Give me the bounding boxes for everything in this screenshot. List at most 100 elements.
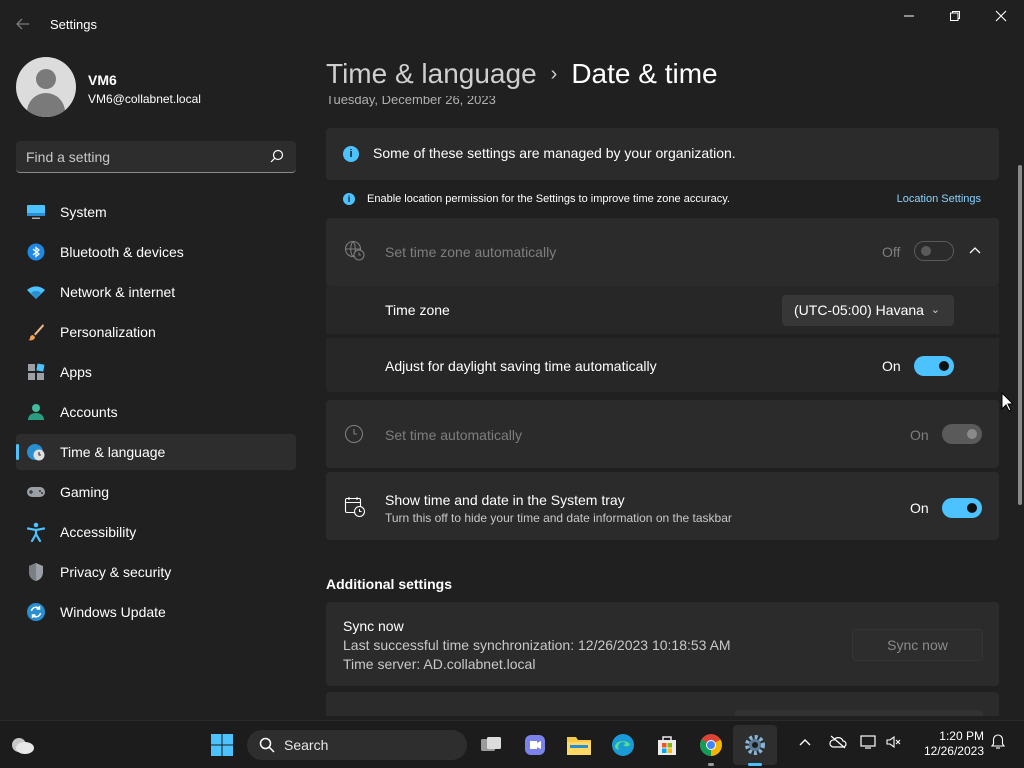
toggle-knob [967, 429, 977, 439]
sidebar-item-time-language[interactable]: Time & language [16, 434, 296, 470]
back-button[interactable] [10, 12, 36, 36]
sidebar-item-label: Privacy & security [60, 564, 172, 580]
sidebar-item-system[interactable]: System [16, 194, 296, 230]
speaker-muted-icon [886, 735, 901, 749]
taskbar-search-label: Search [284, 737, 329, 753]
show-hidden-icons-button[interactable] [798, 735, 812, 750]
system-tray-label: Show time and date in the System tray [385, 492, 625, 508]
toggle-knob [939, 361, 949, 371]
sidebar-item-personalization[interactable]: Personalization [16, 314, 296, 350]
task-view-button[interactable] [478, 732, 504, 758]
timezone-value: (UTC-05:00) Havana [794, 302, 924, 318]
chevron-up-icon[interactable] [969, 246, 981, 256]
search-icon[interactable] [270, 149, 284, 163]
sidebar-item-accounts[interactable]: Accounts [16, 394, 296, 430]
start-button[interactable] [209, 732, 235, 758]
sidebar-item-label: Windows Update [60, 604, 166, 620]
additional-settings-heading: Additional settings [326, 576, 452, 592]
accessibility-icon [26, 522, 46, 542]
sync-now-button[interactable]: Sync now [852, 629, 983, 661]
scrollbar[interactable] [1018, 165, 1022, 505]
sidebar-item-network[interactable]: Network & internet [16, 274, 296, 310]
minimize-button[interactable] [886, 5, 932, 29]
file-explorer-button[interactable] [566, 732, 592, 758]
next-setting-control[interactable] [735, 710, 983, 716]
time-auto-row: Set time automatically On [326, 400, 999, 468]
breadcrumb-parent[interactable]: Time & language [326, 58, 537, 89]
taskbar: Search 1:20 PM 12/26/2023 [0, 720, 1024, 768]
breadcrumb-separator-icon: › [550, 63, 558, 85]
notification-center-button[interactable] [990, 734, 1006, 753]
timezone-row: Time zone (UTC-05:00) Havana ⌄ [326, 286, 999, 334]
info-icon: i [343, 193, 355, 205]
taskbar-search[interactable]: Search [247, 730, 467, 760]
apps-icon [26, 362, 46, 382]
edge-button[interactable] [610, 732, 636, 758]
mouse-cursor-icon [1001, 392, 1013, 412]
task-view-icon [481, 737, 501, 751]
info-icon: i [343, 146, 359, 162]
sidebar-item-label: System [60, 204, 107, 220]
network-tray[interactable] [860, 735, 878, 752]
window-title: Settings [50, 17, 97, 32]
store-button[interactable] [654, 732, 680, 758]
timezone-dropdown[interactable]: (UTC-05:00) Havana ⌄ [782, 295, 954, 326]
search-input[interactable] [26, 141, 266, 172]
search-box[interactable] [16, 141, 296, 173]
user-name: VM6 [88, 72, 117, 88]
wifi-icon [26, 282, 46, 302]
time-auto-toggle[interactable] [942, 424, 982, 444]
daylight-saving-toggle[interactable] [914, 356, 954, 376]
onedrive-tray[interactable] [829, 735, 847, 752]
timezone-auto-toggle[interactable] [914, 241, 954, 261]
settings-taskbar-button[interactable] [742, 732, 768, 758]
time-server-text: Time server: AD.collabnet.local [343, 656, 536, 672]
notification-bell-icon [990, 734, 1006, 749]
toggle-knob [967, 503, 977, 513]
sidebar-item-accessibility[interactable]: Accessibility [16, 514, 296, 550]
time-auto-label: Set time automatically [385, 427, 522, 443]
sidebar-item-bluetooth[interactable]: Bluetooth & devices [16, 234, 296, 270]
sidebar-item-label: Accessibility [60, 524, 137, 540]
avatar[interactable] [16, 57, 76, 117]
system-tray-description: Turn this off to hide your time and date… [385, 511, 732, 525]
sidebar-item-privacy[interactable]: Privacy & security [16, 554, 296, 590]
sidebar-item-apps[interactable]: Apps [16, 354, 296, 390]
daylight-saving-state: On [882, 358, 901, 374]
sidebar-item-windows-update[interactable]: Windows Update [16, 594, 296, 630]
chrome-icon [700, 734, 722, 756]
timezone-auto-state: Off [882, 244, 901, 260]
edge-icon [612, 734, 634, 756]
weather-cloud-icon [12, 738, 34, 754]
globe-clock-icon [344, 240, 365, 261]
sidebar: VM6 VM6@collabnet.local System Bluetooth… [0, 48, 310, 716]
network-icon [860, 735, 876, 749]
teams-button[interactable] [522, 732, 548, 758]
sidebar-item-gaming[interactable]: Gaming [16, 474, 296, 510]
update-sync-icon [26, 602, 46, 622]
paintbrush-icon [26, 322, 46, 342]
globe-clock-icon [26, 442, 46, 462]
clock-icon [344, 424, 364, 444]
teams-icon [525, 735, 545, 755]
close-button[interactable] [978, 5, 1024, 29]
close-icon [995, 10, 1007, 22]
maximize-icon [950, 11, 960, 21]
search-icon [259, 737, 275, 753]
volume-tray[interactable] [886, 735, 902, 752]
maximize-button[interactable] [932, 5, 978, 29]
taskbar-clock[interactable]: 1:20 PM 12/26/2023 [916, 729, 984, 759]
location-notice-text: Enable location permission for the Setti… [367, 193, 730, 205]
calendar-clock-icon [344, 497, 366, 518]
next-setting-card [326, 692, 999, 716]
location-settings-link[interactable]: Location Settings [897, 193, 981, 205]
chevron-down-icon: ⌄ [930, 304, 940, 316]
toggle-knob [921, 246, 931, 256]
sync-title: Sync now [343, 618, 404, 634]
chrome-button[interactable] [698, 732, 724, 766]
system-tray-toggle[interactable] [942, 498, 982, 518]
last-sync-text: Last successful time synchronization: 12… [343, 637, 731, 653]
current-date: Tuesday, December 26, 2023 [326, 96, 496, 107]
clock-date: 12/26/2023 [923, 744, 984, 758]
weather-widget[interactable] [10, 732, 36, 758]
